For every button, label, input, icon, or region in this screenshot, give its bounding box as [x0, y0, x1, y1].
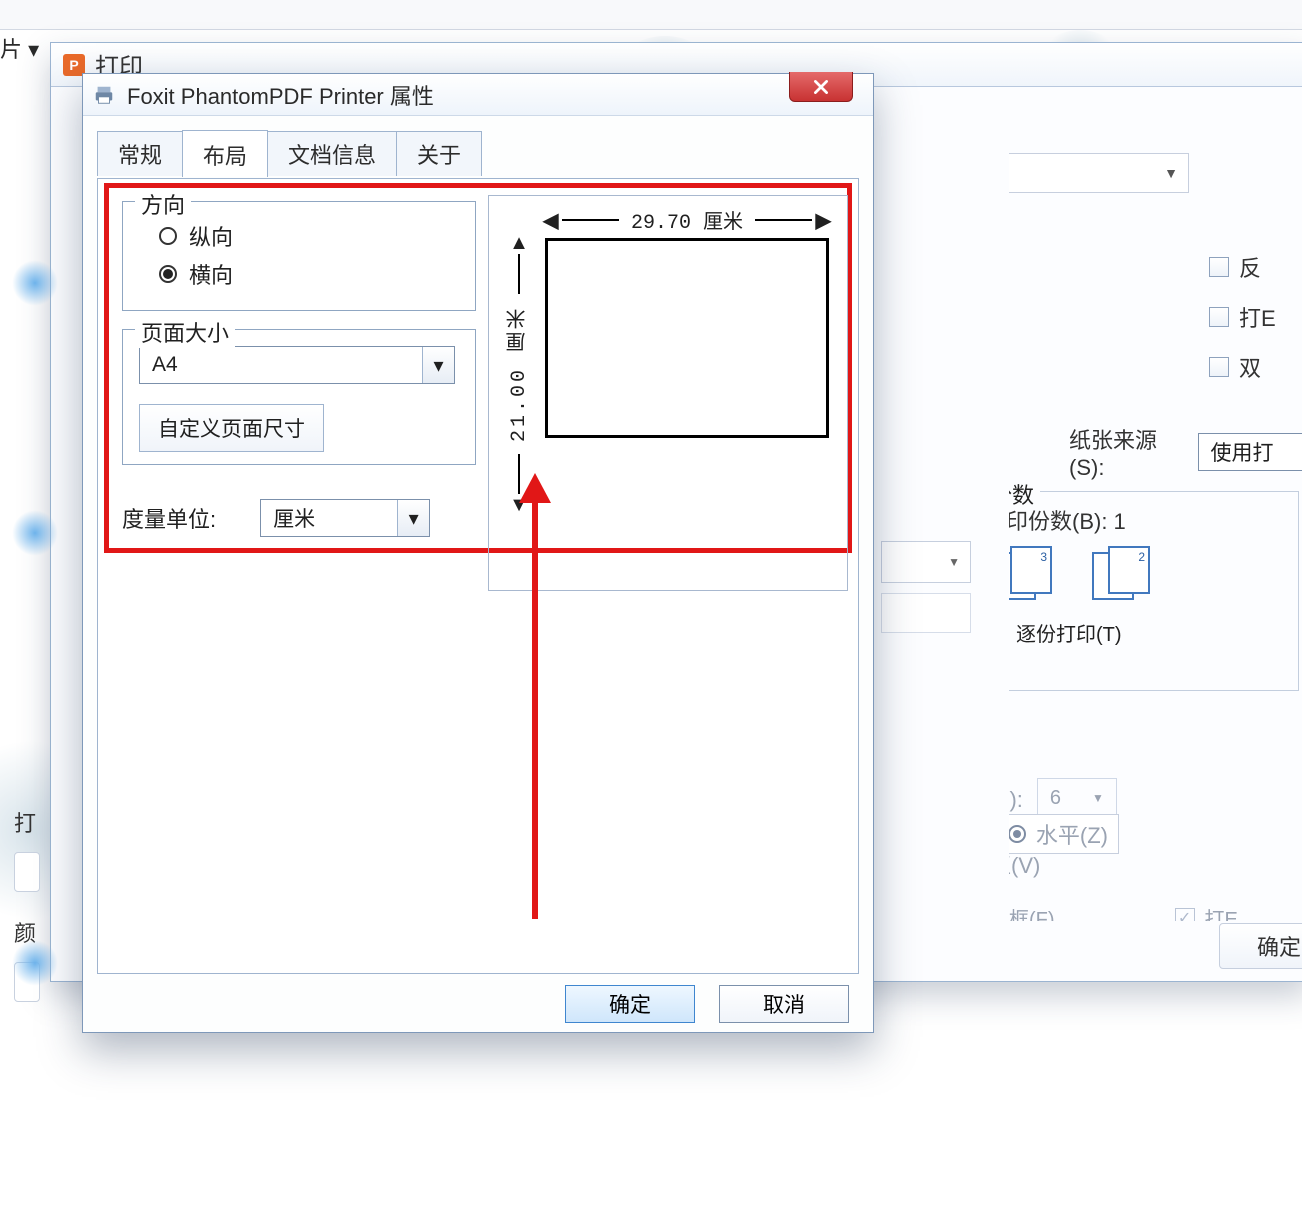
chevron-down-icon: ▼: [1092, 791, 1104, 805]
copies-legend: 份数: [1009, 478, 1040, 510]
left-peek-label-1: 打: [14, 811, 36, 836]
slides-per-page-value: 6: [1050, 787, 1061, 810]
orientation-group: 方向 纵向 横向: [122, 201, 476, 311]
ok-button[interactable]: 确定: [565, 985, 695, 1023]
cancel-button[interactable]: 取消: [719, 985, 849, 1023]
orient-horizontal-radio: 水平(Z): [1009, 814, 1119, 854]
paper-source-value: 使用打: [1199, 437, 1302, 467]
page-height-label: 21.00 厘米: [505, 306, 534, 442]
print-hidden-checkbox: 打E: [1175, 903, 1238, 921]
unit-dropdown[interactable]: 厘米 ▾: [260, 499, 430, 537]
page-size-legend: 页面大小: [135, 316, 235, 348]
chevron-down-icon: ▾: [422, 347, 454, 383]
chevron-down-icon: ▼: [1164, 165, 1178, 181]
sidebar-fragment: 片 ▾: [0, 32, 39, 64]
orientation-landscape-radio[interactable]: 横向: [159, 258, 459, 290]
orientation-portrait-radio[interactable]: 纵向: [159, 220, 459, 252]
copies-group: 份数 打印份数(B): 1 逐份打印(T): [1009, 491, 1299, 691]
page-rect: [545, 238, 829, 438]
reverse-order-checkbox[interactable]: 反: [1209, 251, 1276, 283]
page-width-label: 29.70 厘米: [631, 205, 743, 235]
tabs: 常规 布局 文档信息 关于: [97, 136, 859, 176]
print-ok-button[interactable]: 确定: [1219, 923, 1302, 969]
arrow-left-icon: ◀: [543, 208, 558, 233]
slides-per-page-dropdown: 6 ▼: [1037, 778, 1117, 818]
properties-titlebar: Foxit PhantomPDF Printer 属性: [83, 74, 873, 116]
duplex-label: 双: [1239, 351, 1261, 383]
tab-about[interactable]: 关于: [396, 131, 482, 176]
arrow-right-icon: ▶: [816, 208, 831, 233]
orientation-legend: 方向: [135, 188, 191, 220]
tab-general[interactable]: 常规: [97, 131, 183, 176]
copies-label: 打印份数(B): 1: [1009, 504, 1284, 536]
printer-icon: [93, 84, 115, 106]
chevron-down-icon: ▼: [948, 555, 960, 569]
reverse-order-label: 反: [1239, 251, 1261, 283]
collate-thumb-1: [1009, 546, 1056, 602]
collate-thumb-2: [1092, 546, 1154, 602]
properties-title: Foxit PhantomPDF Printer 属性: [127, 79, 434, 111]
duplex-checkbox[interactable]: 双: [1209, 351, 1276, 383]
page-preview: ◀ 29.70 厘米 ▶ ▲ 21.00 厘米 ▼: [488, 195, 848, 591]
range-input-fragment[interactable]: [881, 593, 971, 633]
close-icon: [812, 78, 830, 96]
orientation-landscape-label: 横向: [189, 258, 233, 290]
tab-layout[interactable]: 布局: [182, 130, 268, 177]
tab-panel-layout: 方向 纵向 横向 页面大小 A4 ▾ 自定义页面尺寸: [97, 178, 859, 974]
arrow-up-icon: ▲: [509, 236, 529, 250]
frame-slides-checkbox: 片加框(F): [1009, 903, 1055, 921]
paper-source-label: 纸张来源(S):: [1069, 423, 1184, 481]
orientation-portrait-label: 纵向: [189, 220, 233, 252]
tab-docinfo[interactable]: 文档信息: [267, 131, 397, 176]
unit-label: 度量单位:: [122, 502, 216, 534]
collate-checkbox[interactable]: 逐份打印(T): [1009, 618, 1284, 647]
page-size-dropdown[interactable]: A4 ▾: [139, 346, 455, 384]
print-to-file-checkbox[interactable]: 打E: [1209, 301, 1276, 333]
slides-per-page-label: 灯片数(G):: [1009, 782, 1023, 814]
arrow-down-icon: ▼: [509, 498, 529, 512]
page-size-value: A4: [140, 353, 422, 377]
chevron-down-icon: ▾: [397, 500, 429, 536]
left-peek-button-1[interactable]: [14, 852, 40, 892]
range-dropdown-fragment[interactable]: ▼: [881, 541, 971, 583]
print-to-file-label: 打E: [1239, 301, 1276, 333]
collate-label: 逐份打印(T): [1016, 618, 1122, 647]
page-size-group: 页面大小 A4 ▾ 自定义页面尺寸: [122, 329, 476, 465]
printer-properties-dialog: Foxit PhantomPDF Printer 属性 常规 布局 文档信息 关…: [82, 73, 874, 1033]
close-button[interactable]: [789, 72, 853, 102]
paper-source-dropdown[interactable]: 使用打: [1198, 433, 1302, 471]
unit-value: 厘米: [261, 503, 397, 533]
custom-page-size-button[interactable]: 自定义页面尺寸: [139, 404, 324, 452]
printer-name-dropdown[interactable]: ▼: [1009, 153, 1189, 193]
